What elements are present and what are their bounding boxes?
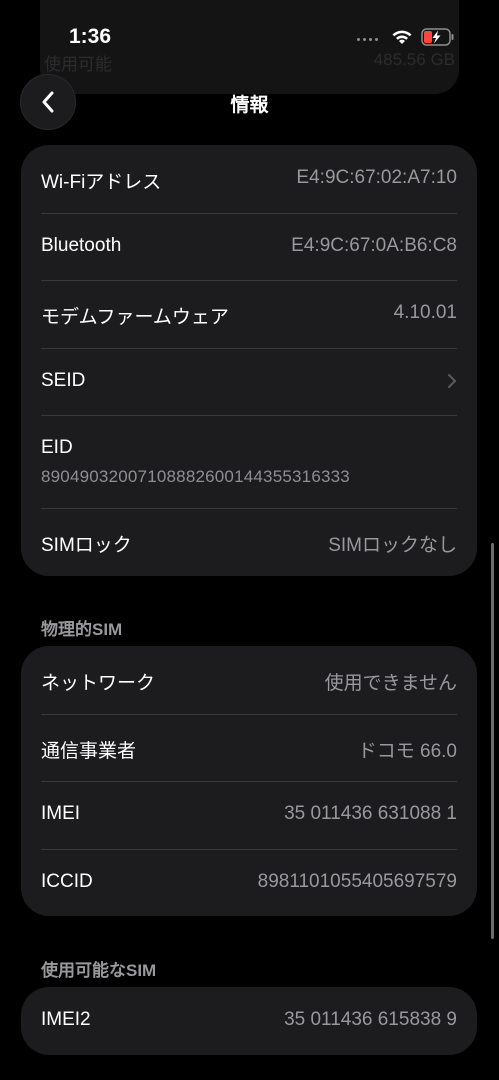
row-label: モデムファームウェア [41,307,229,328]
navigation-bar: 情報 [0,74,499,134]
row-sim-lock: SIMロック SIMロックなし [21,508,477,576]
status-bar: 1:36 [0,0,499,74]
row-label: Bluetooth [41,234,122,256]
row-value: 89049032007108882600144355316333 [41,467,350,486]
row-value: 8981101055405697579 [257,870,457,892]
row-label: ICCID [41,870,93,892]
row-network: ネットワーク 使用できません [21,646,477,714]
scrollbar[interactable] [491,543,494,939]
info-card-general: Wi-Fiアドレス E4:9C:67:02:A7:10 Bluetooth E4… [21,145,477,576]
row-label: Wi-Fiアドレス [41,172,162,193]
battery-charging-icon [421,28,455,46]
section-header-available-sim: 使用可能なSIM [41,961,157,980]
row-bluetooth: Bluetooth E4:9C:67:0A:B6:C8 [21,212,477,281]
row-imei: IMEI 35 011436 631088 1 [21,781,477,849]
row-label: SIMロック [41,535,132,556]
row-label: EID [41,437,73,458]
row-wifi-address: Wi-Fiアドレス E4:9C:67:02:A7:10 [21,145,477,213]
row-iccid: ICCID 8981101055405697579 [21,848,477,917]
row-value: SIMロックなし [328,535,457,556]
page-title: 情報 [230,95,269,116]
row-seid[interactable]: SEID [21,347,477,416]
row-label: IMEI2 [41,1009,91,1030]
row-label: ネットワーク [41,673,156,694]
row-value: 35 011436 615838 9 [284,1009,457,1030]
row-label: IMEI [41,803,81,824]
row-modem-firmware: モデムファームウェア 4.10.01 [21,280,477,348]
row-imei2: IMEI2 35 011436 615838 9 [21,987,477,1055]
row-value: 使用できません [324,673,457,694]
status-time: 1:36 [69,25,112,48]
row-value: E4:9C:67:0A:B6:C8 [291,234,457,256]
row-eid: EID 89049032007108882600144355316333 [21,415,477,508]
info-card-physical-sim: ネットワーク 使用できません 通信事業者 ドコモ 66.0 IMEI 35 01… [21,646,477,916]
row-value: 35 011436 631088 1 [284,803,457,824]
row-value: E4:9C:67:02:A7:10 [296,167,457,188]
row-label: 通信事業者 [41,740,137,762]
wifi-icon [390,26,414,46]
row-value: 4.10.01 [393,302,457,323]
row-value: ドコモ 66.0 [357,740,457,762]
cellular-signal-icon [357,38,381,44]
section-header-physical-sim: 物理的SIM [41,620,123,639]
info-card-available-sim: IMEI2 35 011436 615838 9 [21,987,477,1055]
chevron-right-icon [448,373,456,388]
row-carrier: 通信事業者 ドコモ 66.0 [21,713,477,782]
row-label: SEID [41,369,86,391]
